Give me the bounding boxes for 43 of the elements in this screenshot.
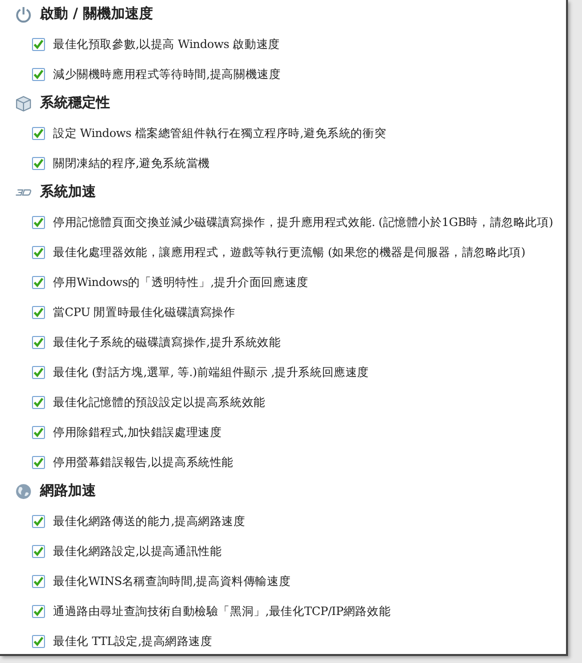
option-label: 當CPU 閒置時最佳化磁碟讀寫操作 bbox=[53, 304, 236, 320]
option-label: 停用Windows的「透明特性」,提升介面回應速度 bbox=[53, 274, 308, 290]
cube-icon bbox=[15, 94, 32, 112]
option-label: 最佳化子系統的磁碟讀寫操作,提升系統效能 bbox=[53, 334, 281, 350]
section-title: 系統加速 bbox=[40, 183, 96, 201]
checkbox[interactable] bbox=[32, 246, 45, 258]
checkbox[interactable] bbox=[32, 336, 45, 348]
globe-icon bbox=[15, 482, 32, 500]
option-label: 減少關機時應用程式等待時間,提高關機速度 bbox=[53, 66, 281, 82]
section-title: 啟動 / 關機加速度 bbox=[40, 5, 153, 23]
option-label: 最佳化預取參數,以提高 Windows 啟動速度 bbox=[53, 36, 280, 52]
option-label: 最佳化網路設定,以提高通訊性能 bbox=[53, 544, 222, 558]
power-icon bbox=[15, 6, 32, 22]
option-label: 最佳化WINS名稱查詢時間,提高資料傳輸速度 bbox=[53, 574, 291, 588]
checkbox[interactable] bbox=[32, 276, 45, 288]
option-label: 最佳化 (對話方塊,選單, 等.)前端組件顯示 ,提升系統回應速度 bbox=[53, 364, 369, 380]
option-label: 最佳化網路傳送的能力,提高網路速度 bbox=[53, 514, 246, 528]
checkbox[interactable] bbox=[32, 366, 45, 378]
checkbox[interactable] bbox=[32, 426, 45, 438]
checkbox[interactable] bbox=[32, 216, 45, 228]
checkbox[interactable] bbox=[32, 306, 45, 318]
option-label: 停用除錯程式,加快錯誤處理速度 bbox=[53, 424, 222, 440]
option-label: 停用螢幕錯誤報告,以提高系統性能 bbox=[53, 454, 234, 470]
checkbox[interactable] bbox=[32, 604, 45, 618]
checkbox[interactable] bbox=[32, 126, 45, 140]
checkbox[interactable] bbox=[32, 634, 45, 648]
section-title: 系統穩定性 bbox=[40, 94, 110, 112]
option-label: 設定 Windows 檔案總管組件執行在獨立程序時,避免系統的衝突 bbox=[53, 126, 386, 140]
checkbox[interactable] bbox=[32, 396, 45, 408]
option-label: 最佳化 TTL設定,提高網路速度 bbox=[53, 634, 212, 648]
checkbox[interactable] bbox=[32, 514, 45, 528]
option-label: 關閉凍結的程序,避免系統當機 bbox=[53, 156, 210, 170]
option-label: 最佳化記憶體的預設設定以提高系統效能 bbox=[53, 394, 266, 410]
section-title: 網路加速 bbox=[40, 482, 96, 500]
checkbox[interactable] bbox=[32, 544, 45, 558]
checkbox[interactable] bbox=[32, 38, 45, 50]
checkbox[interactable] bbox=[32, 456, 45, 468]
checkbox[interactable] bbox=[32, 156, 45, 170]
option-label: 停用記憶體頁面交換並減少磁碟讀寫操作，提升應用程式效能. (記憶體小於1GB時，請忽略此項) bbox=[53, 214, 554, 230]
checkbox[interactable] bbox=[32, 68, 45, 80]
option-label: 通過路由尋址查詢技術自動檢驗「黑洞」,最佳化TCP/IP網路效能 bbox=[53, 604, 391, 618]
option-label: 最佳化處理器效能，讓應用程式，遊戲等執行更流暢 (如果您的機器是伺服器，請忽略此項) bbox=[53, 244, 526, 260]
checkbox[interactable] bbox=[32, 574, 45, 588]
